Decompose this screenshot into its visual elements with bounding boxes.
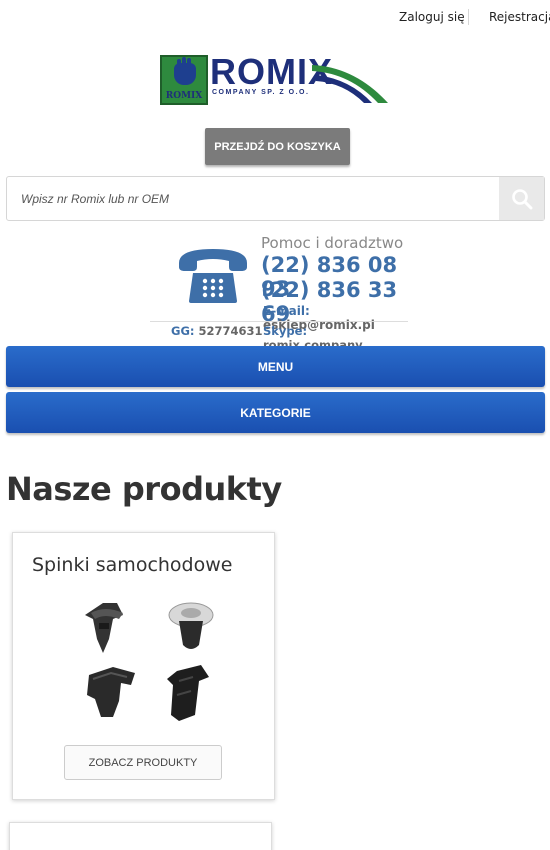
logo-swoosh-icon bbox=[312, 65, 388, 103]
romix-logo[interactable]: ROMIX ROMIX COMPANY SP. Z O.O. bbox=[160, 53, 388, 105]
product-card[interactable]: Spinki samochodowe ZOBACZ PRODUKTY bbox=[12, 532, 275, 800]
menu-button[interactable]: MENU bbox=[6, 346, 545, 387]
car-clips-image bbox=[85, 602, 214, 721]
register-link[interactable]: Rejestracja bbox=[489, 10, 550, 24]
product-card-title[interactable]: Spinki samochodowe bbox=[32, 554, 232, 576]
contact-divider bbox=[150, 321, 408, 322]
help-label: Pomoc i doradztwo bbox=[261, 234, 404, 252]
email-label: E-mail: bbox=[263, 304, 310, 318]
go-to-cart-button[interactable]: PRZEJDŹ DO KOSZYKA bbox=[205, 128, 350, 165]
gg-number: 52774631 bbox=[198, 324, 263, 338]
hand-icon bbox=[174, 59, 196, 85]
header-divider bbox=[468, 9, 469, 25]
logo-mini-text: ROMIX bbox=[165, 91, 203, 101]
telephone-icon bbox=[179, 249, 247, 303]
section-title: Nasze produkty bbox=[6, 470, 282, 508]
search-icon bbox=[512, 189, 533, 210]
gg-label: GG: bbox=[171, 324, 195, 338]
product-card[interactable] bbox=[9, 822, 272, 850]
search-input[interactable] bbox=[7, 177, 499, 220]
skype-label: Skype: bbox=[263, 324, 308, 338]
categories-button[interactable]: KATEGORIE bbox=[6, 392, 545, 433]
view-products-button[interactable]: ZOBACZ PRODUKTY bbox=[64, 745, 222, 780]
login-link[interactable]: Zaloguj się bbox=[399, 10, 465, 24]
contact-block: Pomoc i doradztwo (22) 836 08 93 (22) 83… bbox=[150, 232, 410, 352]
search-button[interactable] bbox=[499, 177, 544, 220]
logo-emblem: ROMIX bbox=[160, 55, 208, 105]
top-bar: Zaloguj się Rejestracja bbox=[0, 0, 550, 36]
search-bar bbox=[6, 176, 545, 221]
gg-line: GG: 52774631 bbox=[171, 324, 263, 338]
logo-subtitle: COMPANY SP. Z O.O. bbox=[212, 89, 310, 96]
